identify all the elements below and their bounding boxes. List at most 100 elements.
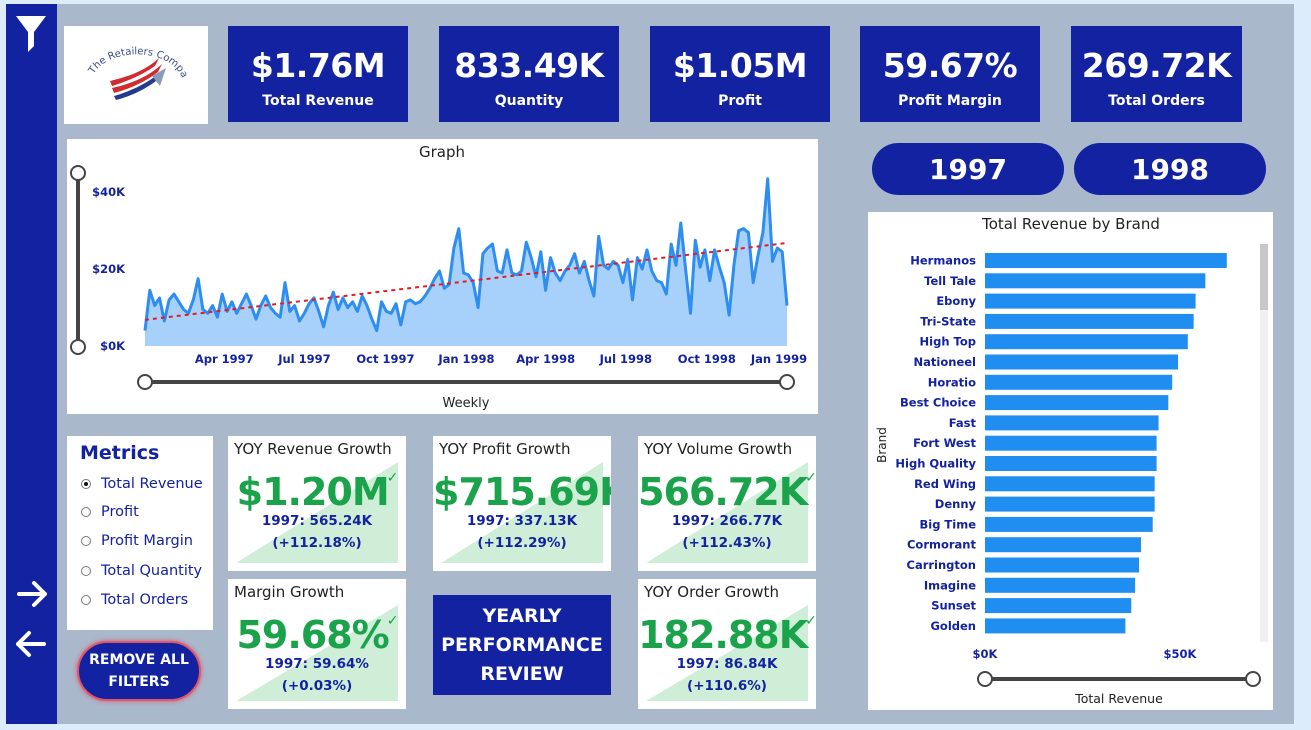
metric-option-total-revenue[interactable]: Total Revenue: [81, 476, 203, 492]
x-range-handle-right[interactable]: [1245, 671, 1261, 687]
y-tick-label: $0K: [100, 339, 126, 353]
margin-growth-card: Margin Growth 59.68%✓ 1997: 59.64% (+0.0…: [228, 579, 406, 709]
x-range-handle-right[interactable]: [779, 374, 795, 390]
x-axis-label: Weekly: [443, 396, 490, 411]
bar[interactable]: [985, 313, 1194, 329]
card-change: (+112.43%): [682, 535, 772, 551]
y-range-handle-bottom[interactable]: [70, 339, 86, 355]
card-value-text: $715.69K: [433, 470, 611, 514]
kpi-total-revenue: $1.76M Total Revenue: [228, 26, 408, 122]
category-label: Golden: [930, 619, 976, 633]
bar[interactable]: [985, 557, 1140, 573]
kpi-profit-margin: 59.67% Profit Margin: [860, 26, 1040, 122]
card-change: (+110.6%): [687, 678, 767, 694]
bar[interactable]: [985, 537, 1141, 553]
yoy-order-growth-card: YOY Order Growth 182.88K✓ 1997: 86.84K (…: [638, 579, 816, 709]
category-label: Hermanos: [910, 254, 976, 268]
arrow-right-icon[interactable]: [16, 578, 50, 610]
category-label: Tell Tale: [924, 274, 976, 288]
arrow-left-icon[interactable]: [13, 628, 47, 660]
bar[interactable]: [985, 618, 1126, 634]
card-previous: 1997: 86.84K: [676, 656, 778, 672]
category-label: Big Time: [919, 517, 976, 531]
metrics-selector: Metrics Total Revenue Profit Profit Marg…: [67, 436, 213, 630]
check-icon: ✓: [805, 613, 816, 629]
bar[interactable]: [985, 273, 1206, 289]
metric-option-label: Total Orders: [101, 592, 189, 608]
category-label: Best Choice: [900, 396, 976, 410]
yearly-performance-review-button[interactable]: YEARLY PERFORMANCE REVIEW: [433, 595, 611, 695]
check-icon: ✓: [386, 613, 399, 629]
x-axis-label: Total Revenue: [1074, 691, 1163, 706]
yoy-volume-growth-card: YOY Volume Growth 566.72K✓ 1997: 266.77K…: [638, 436, 816, 571]
kpi-profit: $1.05M Profit: [650, 26, 830, 122]
check-icon: ✓: [805, 470, 816, 486]
kpi-label: Quantity: [494, 93, 564, 109]
chart-title: Total Revenue by Brand: [981, 215, 1160, 233]
kpi-label: Profit Margin: [898, 93, 1002, 109]
metric-option-profit[interactable]: Profit: [81, 504, 139, 520]
filter-icon[interactable]: [15, 12, 47, 54]
category-label: Horatio: [928, 375, 976, 389]
kpi-value: 59.67%: [882, 46, 1018, 85]
card-value-text: 182.88K: [638, 613, 808, 657]
kpi-value: 833.49K: [454, 46, 604, 85]
remove-filters-label: REMOVE ALL FILTERS: [89, 652, 189, 690]
bar[interactable]: [985, 395, 1169, 411]
card-title: YOY Revenue Growth: [234, 440, 392, 458]
radio-unselected[interactable]: [81, 566, 91, 576]
sidebar: [6, 4, 57, 724]
card-value: 59.68%✓: [228, 613, 406, 657]
kpi-total-orders: 269.72K Total Orders: [1071, 26, 1242, 122]
x-range-handle-left[interactable]: [137, 374, 153, 390]
metric-option-total-quantity[interactable]: Total Quantity: [81, 563, 202, 579]
radio-unselected[interactable]: [81, 507, 91, 517]
card-change: (+0.03%): [281, 678, 353, 694]
bar[interactable]: [985, 496, 1155, 512]
kpi-label: Total Revenue: [262, 93, 374, 109]
x-tick-label: Jul 1997: [277, 352, 330, 366]
x-tick-label: Jul 1998: [599, 352, 652, 366]
bar[interactable]: [985, 516, 1153, 532]
bar[interactable]: [985, 253, 1227, 268]
metric-option-total-orders[interactable]: Total Orders: [81, 592, 188, 608]
x-tick-label: $50K: [1164, 647, 1198, 661]
x-range-handle-left[interactable]: [977, 671, 993, 687]
bar[interactable]: [985, 374, 1173, 390]
kpi-label: Profit: [718, 93, 762, 109]
radio-selected[interactable]: [81, 479, 91, 489]
category-label: Fort West: [913, 436, 976, 450]
bar[interactable]: [985, 476, 1155, 492]
y-tick-label: $20K: [92, 262, 126, 276]
bar[interactable]: [985, 456, 1157, 471]
bar[interactable]: [985, 598, 1132, 614]
remove-all-filters-button[interactable]: REMOVE ALL FILTERS: [77, 641, 201, 701]
bar[interactable]: [985, 334, 1188, 350]
kpi-value: $1.76M: [250, 46, 386, 85]
bar[interactable]: [985, 435, 1157, 451]
x-tick-label: $0K: [973, 647, 999, 661]
yoy-profit-growth-card: YOY Profit Growth $715.69K✓ 1997: 337.13…: [433, 436, 611, 571]
card-title: YOY Order Growth: [644, 583, 779, 601]
category-label: Carrington: [907, 558, 977, 572]
card-title: Margin Growth: [234, 583, 345, 601]
card-value: 566.72K✓: [638, 470, 816, 514]
bar[interactable]: [985, 354, 1179, 370]
radio-unselected[interactable]: [81, 595, 91, 605]
bar[interactable]: [985, 293, 1196, 309]
metric-option-label: Profit: [101, 504, 139, 520]
year-1998-button[interactable]: 1998: [1074, 143, 1266, 195]
bar[interactable]: [985, 415, 1159, 431]
scrollbar-thumb[interactable]: [1260, 244, 1268, 310]
y-range-handle-top[interactable]: [70, 165, 86, 181]
bar[interactable]: [985, 577, 1136, 593]
y-tick-label: $40K: [92, 185, 126, 199]
category-label: Cormorant: [907, 538, 977, 552]
radio-unselected[interactable]: [81, 536, 91, 546]
category-label: Imagine: [924, 578, 976, 592]
x-tick-label: Oct 1998: [678, 352, 736, 366]
category-label: Sunset: [931, 599, 976, 613]
metric-option-profit-margin[interactable]: Profit Margin: [81, 533, 193, 549]
card-value-text: 566.72K: [638, 470, 808, 514]
year-1997-button[interactable]: 1997: [872, 143, 1064, 195]
